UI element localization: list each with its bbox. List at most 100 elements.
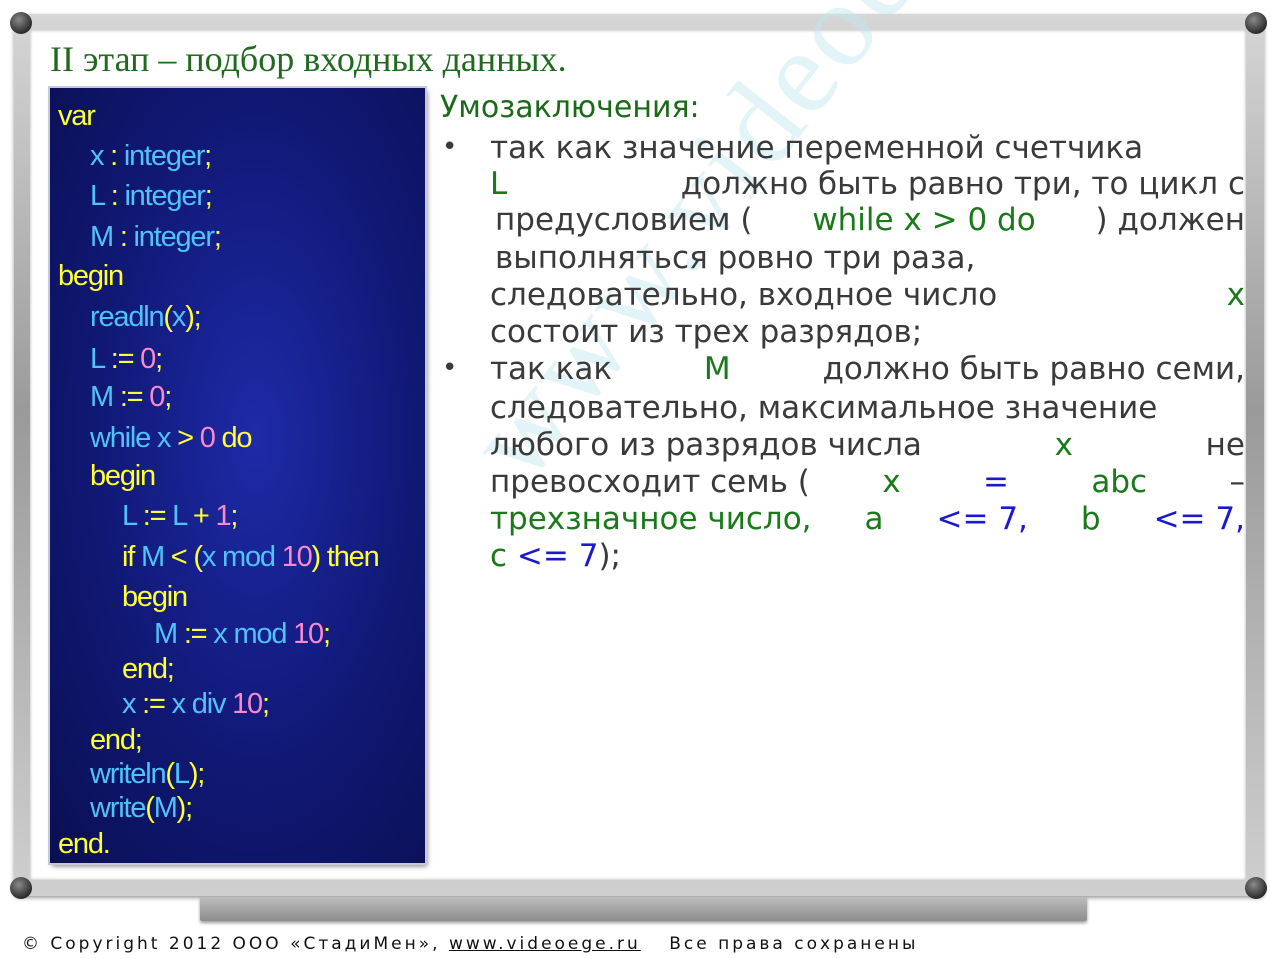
code-token: L bbox=[173, 758, 190, 790]
text-segment: abc bbox=[1091, 464, 1148, 500]
text-segment: – bbox=[1219, 464, 1245, 500]
text-segment: x bbox=[1054, 427, 1073, 463]
code-token: 10 bbox=[232, 688, 263, 720]
conclusion-line: выполняться ровно три раза, bbox=[495, 240, 1245, 276]
text-segment: выполняться ровно три раза, bbox=[495, 240, 976, 276]
copyright-text: Copyright 2012 ООО «СтадиМен», bbox=[50, 934, 441, 954]
text-segment: состоит из трех разрядов; bbox=[490, 314, 923, 350]
text-segment: L bbox=[490, 166, 508, 202]
text-segment: должно быть равно три, то цикл с bbox=[670, 166, 1245, 202]
code-token: 10 bbox=[293, 618, 324, 650]
code-panel: var x : integer; L : integer; M : integer; b… bbox=[50, 88, 425, 863]
code-token: ; bbox=[164, 381, 172, 413]
bullet-icon: • bbox=[442, 132, 458, 162]
code-token: L bbox=[122, 500, 137, 532]
code-token: ); bbox=[176, 792, 194, 824]
text-segment: так как bbox=[490, 351, 622, 387]
code-token: write bbox=[90, 792, 146, 824]
site-link[interactable]: www.videoege.ru bbox=[449, 934, 641, 954]
text-segment: <= 7, bbox=[926, 501, 1038, 537]
code-line: M := x mod 10; bbox=[154, 618, 331, 650]
code-token: ( bbox=[163, 301, 173, 333]
code-token: do bbox=[214, 422, 252, 454]
code-token: M bbox=[153, 792, 178, 824]
code-token: M bbox=[90, 381, 114, 413]
code-token: begin bbox=[90, 460, 156, 492]
rights-text: Все права сохранены bbox=[669, 934, 919, 954]
code-line: readln(x); bbox=[90, 301, 202, 333]
code-token: > bbox=[177, 422, 200, 454]
code-token: ; bbox=[322, 618, 331, 650]
code-token: if bbox=[122, 541, 135, 573]
frame-corner-bottom-right bbox=[1245, 877, 1267, 899]
code-line: begin bbox=[58, 260, 124, 292]
code-token: := bbox=[103, 343, 141, 375]
text-segment: превосходит семь ( bbox=[490, 464, 810, 500]
conclusion-line: c <= 7); bbox=[490, 538, 621, 574]
code-line: begin bbox=[90, 460, 156, 492]
conclusion-line: следовательно, максимальное значение bbox=[490, 390, 1245, 426]
code-token: M bbox=[134, 541, 171, 573]
code-token: readln bbox=[90, 301, 165, 333]
conclusion-line: любого из разрядов числа x не bbox=[490, 427, 1245, 463]
text-segment: должно быть равно семи, bbox=[812, 351, 1245, 387]
code-token: x bbox=[90, 140, 105, 172]
code-token: var bbox=[58, 100, 96, 132]
conclusion-line: превосходит семь ( x = abc – bbox=[490, 464, 1245, 500]
code-token: := bbox=[176, 618, 214, 650]
code-line: end; bbox=[122, 653, 175, 685]
code-line: while x > 0 do bbox=[90, 422, 253, 454]
text-segment: трехзначное число, bbox=[490, 501, 822, 537]
code-token: ; bbox=[204, 180, 213, 212]
code-token: 0 bbox=[199, 422, 216, 454]
code-token: x div bbox=[171, 688, 233, 720]
code-line: x := x div 10; bbox=[122, 688, 270, 720]
code-token: x mod bbox=[213, 618, 294, 650]
code-token: L bbox=[172, 500, 187, 532]
text-segment: любого из разрядов числа bbox=[490, 427, 932, 463]
code-line: var bbox=[58, 100, 96, 132]
slide-title: II этап – подбор входных данных. bbox=[50, 39, 567, 79]
text-segment: while x > 0 do bbox=[812, 202, 1036, 238]
code-token: ; bbox=[204, 140, 212, 172]
code-token: integer bbox=[123, 140, 205, 172]
code-token: M bbox=[90, 221, 114, 253]
text-segment: следовательно, максимальное значение bbox=[490, 390, 1158, 426]
text-segment: не bbox=[1195, 427, 1245, 463]
code-token: end; bbox=[90, 724, 143, 756]
conclusion-line: так как значение переменной счетчика bbox=[490, 130, 1245, 166]
code-line: x : integer; bbox=[90, 140, 212, 172]
code-token: := bbox=[112, 381, 150, 413]
code-token: writeln bbox=[90, 758, 167, 790]
code-line: begin bbox=[122, 581, 188, 613]
code-line: end; bbox=[90, 724, 143, 756]
code-line: L := 0; bbox=[90, 343, 163, 375]
code-token: ; bbox=[261, 688, 270, 720]
code-token: begin bbox=[58, 260, 124, 292]
code-token: while bbox=[90, 422, 151, 454]
code-token: + bbox=[186, 500, 216, 532]
frame-corner-bottom-left bbox=[10, 877, 32, 899]
code-token: integer bbox=[133, 221, 215, 253]
conclusion-line: следовательно, входное число x bbox=[490, 277, 1245, 313]
conclusion-line: так как M должно быть равно семи, bbox=[490, 351, 1245, 387]
code-token: x bbox=[171, 301, 187, 333]
frame-corner-top-left bbox=[10, 12, 32, 34]
text-segment: так как значение переменной счетчика bbox=[490, 130, 1144, 166]
text-segment: x bbox=[882, 464, 901, 500]
conclusion-line: предусловием (while x > 0 do) должен bbox=[495, 202, 1245, 238]
code-token: end; bbox=[122, 653, 175, 685]
code-token: : bbox=[103, 140, 124, 172]
code-token: 1 bbox=[215, 500, 231, 532]
text-segment: = bbox=[973, 464, 1019, 500]
code-token: x bbox=[122, 688, 137, 720]
code-token: 0 bbox=[140, 343, 156, 375]
text-segment: c bbox=[490, 538, 508, 574]
code-token: M bbox=[154, 618, 178, 650]
code-token: L bbox=[90, 343, 105, 375]
code-token: L bbox=[90, 180, 105, 212]
text-segment: ); bbox=[598, 538, 621, 574]
code-token: < ( bbox=[170, 541, 203, 573]
code-token: ); bbox=[185, 301, 202, 333]
code-token: 0 bbox=[149, 381, 165, 413]
